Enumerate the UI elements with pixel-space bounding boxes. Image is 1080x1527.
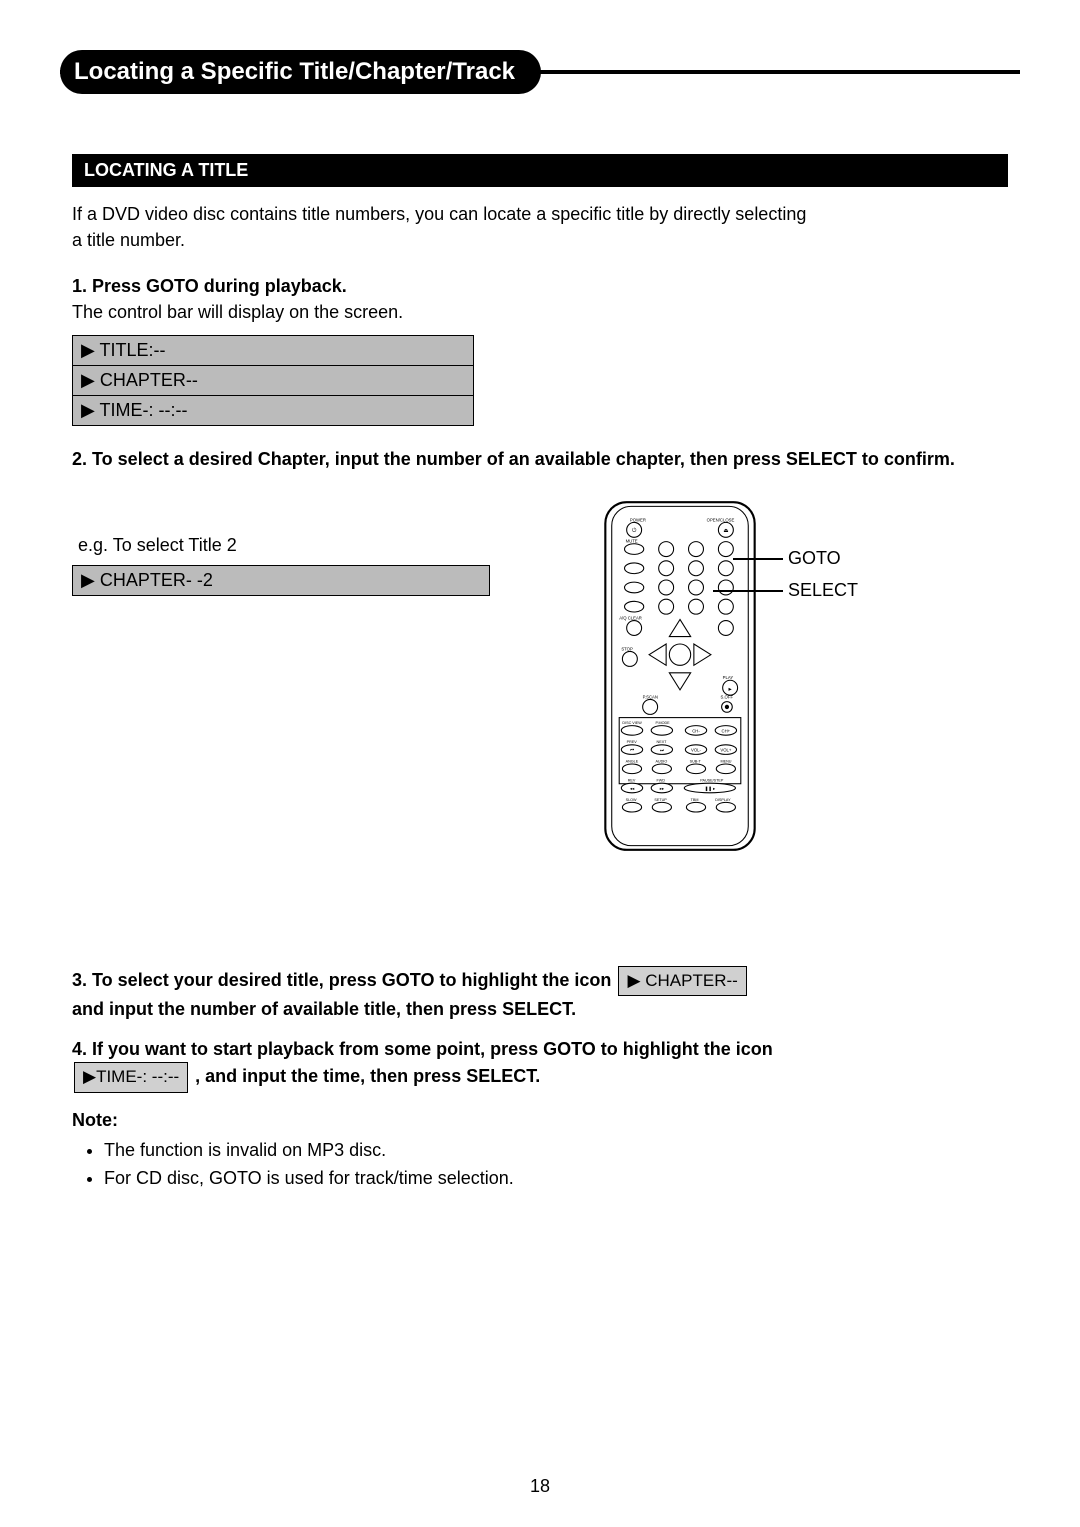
- svg-text:STOP: STOP: [621, 646, 633, 651]
- svg-text:◂◂: ◂◂: [630, 786, 634, 791]
- svg-text:PAUSE/STEP: PAUSE/STEP: [700, 779, 724, 783]
- svg-text:P.MODE: P.MODE: [655, 721, 670, 725]
- remote-diagram: POWER ⏻ OPEN/CLOSE ⏏ MUTE TV USB INPUT A…: [600, 500, 960, 857]
- svg-text:FWD: FWD: [657, 779, 666, 783]
- svg-text:PLAY: PLAY: [723, 675, 734, 680]
- svg-text:OPEN/CLOSE: OPEN/CLOSE: [707, 517, 735, 522]
- svg-text:TV: TV: [629, 558, 635, 563]
- svg-text:TBM: TBM: [691, 798, 699, 802]
- example-display-row: ▶ CHAPTER- -2: [72, 565, 490, 596]
- svg-text:>: >: [697, 650, 702, 660]
- note-heading: Note:: [72, 1107, 1008, 1133]
- note-item-1: The function is invalid on MP3 disc.: [104, 1137, 1008, 1165]
- callout-select-label: SELECT: [788, 580, 858, 601]
- callout-line-goto: [733, 558, 783, 560]
- svg-text:⏮: ⏮: [630, 748, 634, 753]
- svg-text:A/Q CLEAR: A/Q CLEAR: [619, 615, 642, 620]
- note-item-2: For CD disc, GOTO is used for track/time…: [104, 1165, 1008, 1193]
- section-heading: LOCATING A TITLE: [72, 154, 1008, 187]
- svg-text:VOL-: VOL-: [691, 748, 702, 753]
- svg-text:USB: USB: [628, 577, 637, 582]
- svg-text:⏏: ⏏: [723, 528, 728, 534]
- step-4a: 4. If you want to start playback from so…: [72, 1039, 773, 1059]
- svg-text:⏭: ⏭: [660, 748, 664, 753]
- display-row-chapter: ▶ CHAPTER--: [73, 366, 473, 396]
- svg-text:P.SCAN: P.SCAN: [643, 694, 658, 699]
- step-1: 1. Press GOTO during playback. The contr…: [72, 273, 1008, 325]
- step-2: 2. To select a desired Chapter, input th…: [72, 446, 1008, 472]
- page-title: Locating a Specific Title/Chapter/Track: [60, 50, 541, 94]
- step-3: 3. To select your desired title, press G…: [72, 966, 1008, 1023]
- intro-line-1: If a DVD video disc contains title numbe…: [72, 204, 806, 224]
- svg-text:NEXT: NEXT: [657, 740, 668, 744]
- callout-goto-label: GOTO: [788, 548, 841, 569]
- svg-text:MENU: MENU: [721, 759, 732, 763]
- svg-text:INPUT: INPUT: [626, 596, 639, 601]
- svg-text:REV: REV: [628, 779, 636, 783]
- display-row-time: ▶ TIME-: --:--: [73, 396, 473, 426]
- svg-text:∨: ∨: [677, 675, 683, 685]
- control-bar-display: ▶ TITLE:-- ▶ CHAPTER-- ▶ TIME-: --:--: [72, 335, 474, 426]
- svg-text:∧: ∧: [677, 625, 683, 635]
- lower-content: 3. To select your desired title, press G…: [72, 966, 1008, 1193]
- callout-line-select: [713, 590, 783, 592]
- svg-text:MUTE: MUTE: [626, 539, 638, 544]
- svg-text:❚❚ ▸: ❚❚ ▸: [705, 786, 715, 791]
- intro-line-2: a title number.: [72, 230, 185, 250]
- remote-icon: POWER ⏻ OPEN/CLOSE ⏏ MUTE TV USB INPUT A…: [600, 500, 760, 852]
- svg-text:DISC VIEW: DISC VIEW: [622, 721, 642, 725]
- step-4: 4. If you want to start playback from so…: [72, 1036, 1008, 1093]
- svg-text:POWER: POWER: [630, 517, 646, 522]
- svg-text:▸▸: ▸▸: [660, 786, 664, 791]
- inline-box-chapter: ▶ CHAPTER--: [618, 966, 746, 997]
- inline-box-time: ▶TIME-: --:--: [74, 1062, 188, 1093]
- svg-text:CH-: CH-: [692, 729, 700, 734]
- svg-text:▸: ▸: [729, 686, 732, 693]
- svg-text:CH+: CH+: [722, 729, 731, 734]
- page-number: 18: [530, 1476, 550, 1497]
- svg-text:SLOW: SLOW: [626, 798, 637, 802]
- intro-text: If a DVD video disc contains title numbe…: [72, 201, 1008, 253]
- svg-text:ANGLE: ANGLE: [626, 759, 639, 763]
- page-header: Locating a Specific Title/Chapter/Track: [60, 50, 1020, 94]
- step-3a: 3. To select your desired title, press G…: [72, 970, 611, 990]
- step-4b: , and input the time, then press SELECT: [195, 1066, 535, 1086]
- step-1-title: 1. Press GOTO during playback: [72, 276, 342, 296]
- step-3b: and input the number of available title,…: [72, 999, 571, 1019]
- note-list: The function is invalid on MP3 disc. For…: [72, 1137, 1008, 1193]
- svg-text:SUB-T: SUB-T: [690, 759, 702, 763]
- svg-text:PREV: PREV: [627, 740, 638, 744]
- svg-text:DISPLAY: DISPLAY: [715, 798, 731, 802]
- svg-text:SETUP: SETUP: [654, 798, 667, 802]
- step-1-desc: The control bar will display on the scre…: [72, 302, 403, 322]
- page: Locating a Specific Title/Chapter/Track …: [0, 0, 1080, 1527]
- svg-text:VOL+: VOL+: [720, 748, 732, 753]
- svg-text:SELECT: SELECT: [673, 654, 688, 658]
- svg-text:AUDIO: AUDIO: [655, 759, 667, 763]
- svg-text:<: <: [658, 650, 663, 660]
- svg-text:S.OFF: S.OFF: [721, 694, 734, 699]
- display-row-title: ▶ TITLE:--: [73, 336, 473, 366]
